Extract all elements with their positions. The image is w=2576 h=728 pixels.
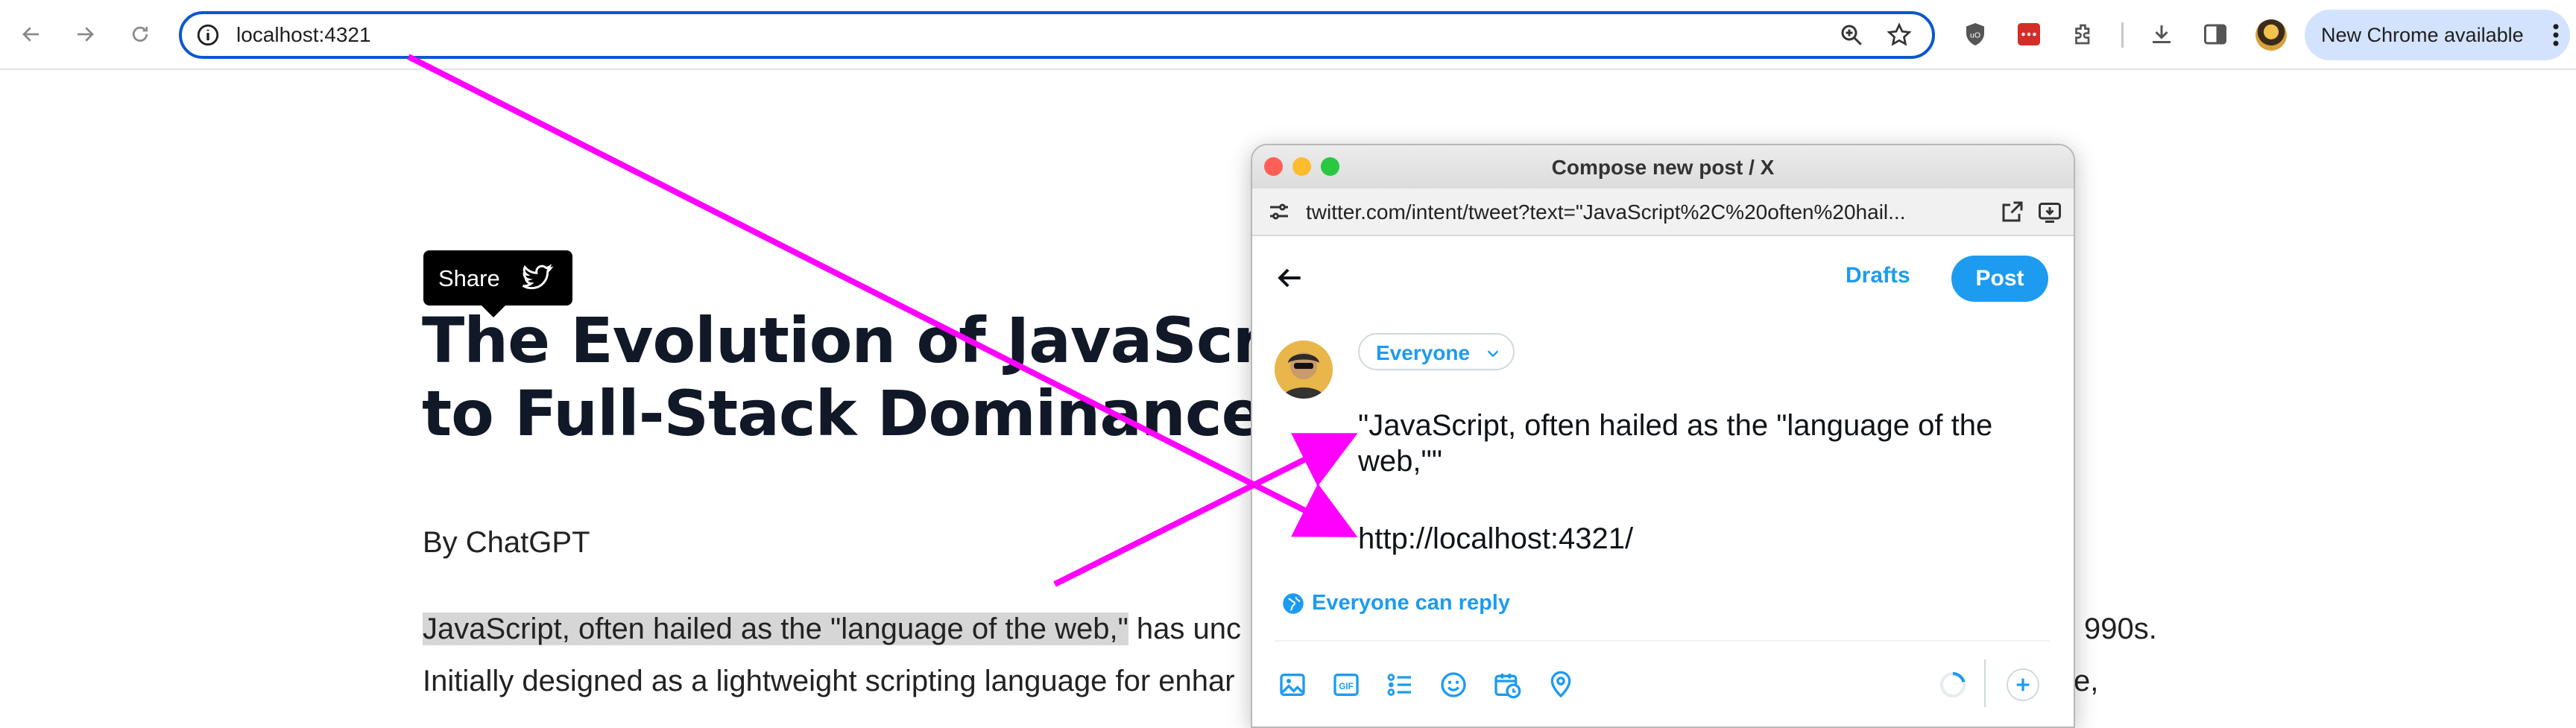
extensions-icon[interactable] <box>2069 19 2099 49</box>
audience-label: Everyone <box>1376 341 1471 364</box>
toolbar-divider-line <box>1275 640 2050 642</box>
poll-icon[interactable] <box>1385 670 1415 700</box>
bookmark-star-icon[interactable] <box>1886 22 1913 48</box>
toolbar-vertical-divider <box>1984 659 1986 707</box>
tweet-text-input[interactable]: "JavaScript, often hailed as the "langua… <box>1358 408 2029 479</box>
more-menu-icon[interactable] <box>2552 23 2560 47</box>
address-bar-url[interactable]: localhost:4321 <box>236 24 371 46</box>
plus-icon <box>2016 678 2030 691</box>
globe-icon <box>1283 593 1304 614</box>
image-icon[interactable] <box>1278 670 1307 700</box>
paragraph-text: has unc <box>1128 613 1242 645</box>
character-count-ring <box>1939 671 1966 698</box>
paragraph-line2-end: e, <box>2074 665 2099 697</box>
drafts-button[interactable]: Drafts <box>1846 263 1910 288</box>
install-app-icon[interactable] <box>2036 198 2063 225</box>
article-paragraph-line1: JavaScript, often hailed as the "languag… <box>423 613 1241 646</box>
article-title-line2: to Full-Stack Dominance <box>422 377 1264 450</box>
schedule-icon[interactable] <box>1492 670 1522 700</box>
new-chrome-available-button[interactable]: New Chrome available <box>2305 10 2570 60</box>
popup-url-bar[interactable]: twitter.com/intent/tweet?text="JavaScrip… <box>1252 189 2074 236</box>
reload-icon[interactable] <box>122 16 158 52</box>
svg-text:GIF: GIF <box>1339 682 1353 691</box>
share-popover[interactable]: Share <box>423 250 572 317</box>
window-titlebar[interactable]: Compose new post / X <box>1252 145 2074 189</box>
new-chrome-label: New Chrome available <box>2321 24 2524 46</box>
back-arrow-icon[interactable] <box>1273 262 1306 294</box>
chevron-down-icon <box>1487 350 1499 358</box>
audience-selector[interactable]: Everyone <box>1358 333 1515 370</box>
download-icon[interactable] <box>2147 19 2176 49</box>
ublock-icon[interactable]: uO <box>1960 19 1990 49</box>
forward-icon[interactable] <box>67 16 103 52</box>
open-in-tab-icon[interactable] <box>1999 198 2026 225</box>
window-title: Compose new post / X <box>1551 156 1775 179</box>
twitter-bird-icon[interactable] <box>519 261 555 294</box>
toolbar-divider <box>2121 22 2124 48</box>
zoom-icon[interactable] <box>1838 22 1865 48</box>
post-button[interactable]: Post <box>1951 256 2048 302</box>
article-paragraph-line2: Initially designed as a lightweight scri… <box>423 665 1235 697</box>
back-icon[interactable] <box>13 16 49 52</box>
selected-text[interactable]: JavaScript, often hailed as the "languag… <box>423 613 1128 645</box>
emoji-icon[interactable] <box>1439 670 1468 700</box>
site-info-icon[interactable] <box>195 22 221 48</box>
gif-icon[interactable]: GIF <box>1331 670 1361 700</box>
tweet-link[interactable]: http://localhost:4321/ <box>1358 522 1633 556</box>
site-settings-icon[interactable] <box>1266 198 1292 225</box>
popup-url[interactable]: twitter.com/intent/tweet?text="JavaScrip… <box>1306 200 1977 224</box>
lastpass-icon[interactable] <box>2014 19 2044 49</box>
browser-toolbar: localhost:4321 uO New Chrome available <box>0 0 2576 70</box>
address-bar[interactable]: localhost:4321 <box>179 11 1935 59</box>
side-panel-icon[interactable] <box>2200 19 2230 49</box>
add-post-button[interactable] <box>2007 668 2039 701</box>
avatar[interactable] <box>1275 341 1333 399</box>
article-byline: By ChatGPT <box>423 526 590 559</box>
paragraph-text-end: 990s. <box>2084 613 2157 645</box>
article-title-line1: The Evolution of JavaScrip <box>422 304 1328 377</box>
profile-avatar[interactable] <box>2255 19 2287 51</box>
share-label: Share <box>438 265 500 291</box>
reply-settings-label: Everyone can reply <box>1312 591 1510 615</box>
compose-post-window: Compose new post / X twitter.com/intent/… <box>1251 144 2075 728</box>
location-icon[interactable] <box>1546 670 1576 700</box>
svg-text:uO: uO <box>1970 31 1980 40</box>
